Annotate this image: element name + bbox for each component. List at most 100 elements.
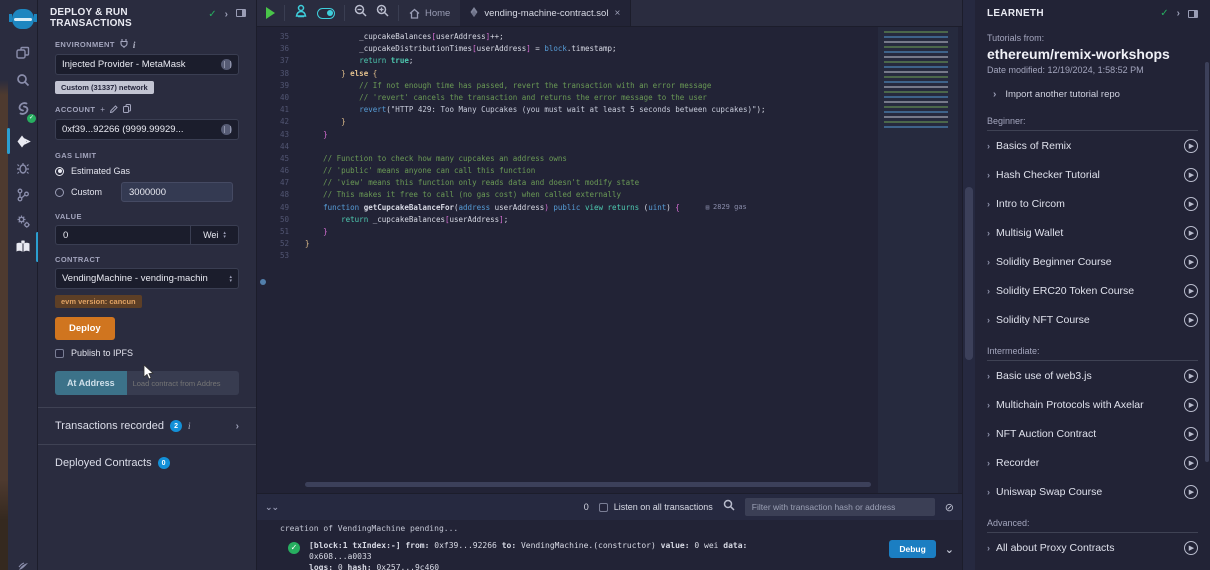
account-settings-icon[interactable] (221, 124, 232, 135)
code-line[interactable]: 41 revert("HTTP 429: Too Many Cupcakes (… (257, 104, 962, 116)
code-line[interactable]: 35 _cupcakeBalances[userAddress]++; (257, 31, 962, 43)
tutorial-item[interactable]: ›Solidity ERC20 Token Course▶ (987, 276, 1198, 305)
listen-checkbox-icon[interactable] (599, 503, 608, 512)
copy-account-icon[interactable] (123, 104, 131, 115)
run-script-icon[interactable] (266, 7, 275, 19)
account-select[interactable]: 0xf39...92266 (9999.99929... (55, 119, 239, 140)
publish-ipfs-option[interactable]: Publish to IPFS (55, 348, 239, 358)
code-line[interactable]: 48 // This makes it free to call (no gas… (257, 189, 962, 201)
debugger-icon[interactable] (8, 155, 38, 181)
play-icon[interactable]: ▶ (1184, 197, 1198, 211)
editor-minimap[interactable] (878, 27, 958, 493)
code-line[interactable]: 36 _cupcakeDistributionTimes[userAddress… (257, 43, 962, 55)
contract-select[interactable]: VendingMachine - vending-machin ▴▾ (55, 268, 239, 289)
tutorial-item[interactable]: ›All about Proxy Contracts▶ (987, 533, 1198, 562)
tab-home[interactable]: Home (399, 0, 460, 26)
panel-expand-icon[interactable]: › (225, 9, 228, 20)
panel-divider[interactable] (962, 0, 975, 570)
code-line[interactable]: 51 } (257, 226, 962, 238)
copilot-toggle-icon[interactable] (317, 8, 335, 19)
play-icon[interactable]: ▶ (1184, 456, 1198, 470)
radio-unselected-icon[interactable] (55, 188, 64, 197)
deploy-and-run-icon[interactable] (8, 128, 38, 154)
tutorial-item[interactable]: ›Basics of Remix▶ (987, 131, 1198, 160)
play-icon[interactable]: ▶ (1184, 485, 1198, 499)
code-line[interactable]: 53 (257, 250, 962, 262)
code-line[interactable]: 49 function getCupcakeBalanceFor(address… (257, 202, 962, 214)
play-icon[interactable]: ▶ (1184, 139, 1198, 153)
breakpoint-dot[interactable] (260, 279, 266, 285)
zoom-in-icon[interactable] (376, 4, 389, 22)
deployed-contracts-row[interactable]: Deployed Contracts 0 (38, 444, 256, 481)
unit-stepper-icon[interactable]: ▴▾ (223, 231, 226, 239)
vertical-scrollbar[interactable] (965, 187, 973, 360)
solidity-compiler-icon[interactable]: ✓ (8, 95, 38, 121)
tutorial-item[interactable]: ›Multisig Wallet▶ (987, 218, 1198, 247)
code-line[interactable]: 44 (257, 141, 962, 153)
play-icon[interactable]: ▶ (1184, 226, 1198, 240)
play-icon[interactable]: ▶ (1184, 255, 1198, 269)
settings-icon[interactable] (8, 208, 38, 234)
at-address-button[interactable]: At Address (55, 371, 127, 395)
zoom-out-icon[interactable] (354, 4, 367, 22)
transaction-log-row[interactable]: ✓ [block:1 txIndex:-] from: 0xf39...9226… (257, 533, 962, 570)
learneth-icon[interactable] (8, 232, 38, 262)
code-line[interactable]: 46 // 'public' means anyone can call thi… (257, 165, 962, 177)
tutorial-item[interactable]: ›Deploy with Libraries▶ (987, 562, 1198, 570)
tutorial-item[interactable]: ›NFT Auction Contract▶ (987, 419, 1198, 448)
environment-info-icon[interactable]: i (133, 40, 136, 50)
import-repo-accordion[interactable]: › Import another tutorial repo (975, 75, 1210, 104)
tutorial-item[interactable]: ›Uniswap Swap Course▶ (987, 477, 1198, 506)
play-icon[interactable]: ▶ (1184, 369, 1198, 383)
environment-settings-icon[interactable] (221, 59, 232, 70)
play-icon[interactable]: ▶ (1184, 427, 1198, 441)
search-icon[interactable] (8, 67, 38, 93)
value-unit-select[interactable]: Wei ▴▾ (190, 225, 239, 245)
code-line[interactable]: 37 return true; (257, 55, 962, 67)
code-line[interactable]: 47 // 'view' means this function only re… (257, 177, 962, 189)
learneth-expand-icon[interactable]: › (1177, 8, 1180, 19)
horizontal-scrollbar[interactable] (305, 482, 871, 487)
tutorial-item[interactable]: ›Recorder▶ (987, 448, 1198, 477)
custom-gas-input[interactable] (121, 182, 233, 202)
play-icon[interactable]: ▶ (1184, 313, 1198, 327)
play-icon[interactable]: ▶ (1184, 541, 1198, 555)
deploy-button[interactable]: Deploy (55, 317, 115, 340)
code-line[interactable]: 42 } (257, 116, 962, 128)
expand-tx-icon[interactable]: ⌄ (945, 543, 954, 556)
tutorial-item[interactable]: ›Basic use of web3.js▶ (987, 361, 1198, 390)
ai-assistant-icon[interactable] (294, 4, 308, 23)
estimated-gas-option[interactable]: Estimated Gas (55, 166, 239, 176)
learneth-pin-icon[interactable] (1188, 10, 1198, 18)
checkbox-icon[interactable] (55, 349, 64, 358)
close-tab-icon[interactable]: × (614, 8, 620, 19)
tutorial-item[interactable]: ›Multichain Protocols with Axelar▶ (987, 390, 1198, 419)
debug-button[interactable]: Debug (889, 540, 935, 558)
tutorial-item[interactable]: ›Intro to Circom▶ (987, 189, 1198, 218)
chevron-right-icon[interactable]: › (236, 421, 239, 432)
play-icon[interactable]: ▶ (1184, 168, 1198, 182)
add-account-icon[interactable]: + (100, 105, 105, 114)
listen-all-option[interactable]: Listen on all transactions (599, 502, 713, 512)
transactions-recorded-row[interactable]: Transactions recorded 2 i › (38, 407, 256, 444)
bottom-plugin-icon[interactable] (8, 552, 38, 570)
tutorial-item[interactable]: ›Solidity Beginner Course▶ (987, 247, 1198, 276)
file-explorer-icon[interactable] (8, 40, 38, 66)
code-line[interactable]: 52} (257, 238, 962, 250)
transaction-filter-input[interactable] (745, 498, 935, 516)
code-line[interactable]: 43 } (257, 129, 962, 141)
remix-logo-icon[interactable] (8, 4, 38, 34)
expand-terminal-icon[interactable]: ⌄⌄ (265, 502, 278, 513)
play-icon[interactable]: ▶ (1184, 398, 1198, 412)
value-input[interactable] (55, 225, 190, 245)
custom-gas-option[interactable]: Custom (55, 182, 239, 202)
clear-console-icon[interactable]: ⊘ (945, 501, 954, 514)
tutorial-item[interactable]: ›Hash Checker Tutorial▶ (987, 160, 1198, 189)
play-icon[interactable]: ▶ (1184, 284, 1198, 298)
transactions-info-icon[interactable]: i (188, 421, 191, 431)
pin-panel-icon[interactable] (236, 9, 246, 17)
tutorial-item[interactable]: ›Solidity NFT Course▶ (987, 305, 1198, 334)
code-line[interactable]: 40 // 'revert' cancels the transaction a… (257, 92, 962, 104)
code-line[interactable]: 38 } else { (257, 68, 962, 80)
code-line[interactable]: 45 // Function to check how many cupcake… (257, 153, 962, 165)
